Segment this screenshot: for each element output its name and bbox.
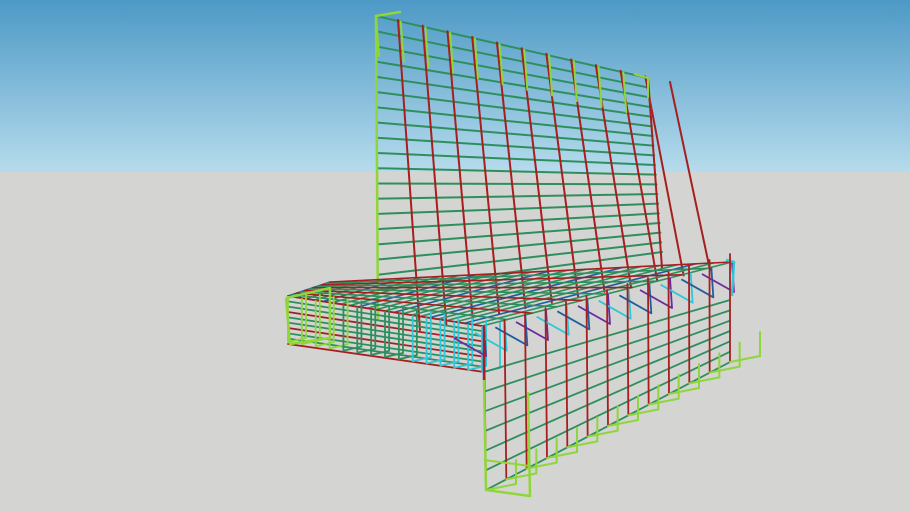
model-viewport[interactable]: [0, 0, 910, 512]
footing-vertical-bar: [585, 295, 589, 438]
footing-vertical-bar: [606, 289, 609, 427]
footing-vertical-bar: [647, 277, 650, 406]
rebar-3d-scene: [0, 0, 910, 512]
footing-vertical-bar: [626, 283, 630, 417]
sky-background: [0, 0, 910, 172]
footing-vertical-bar: [667, 271, 670, 395]
